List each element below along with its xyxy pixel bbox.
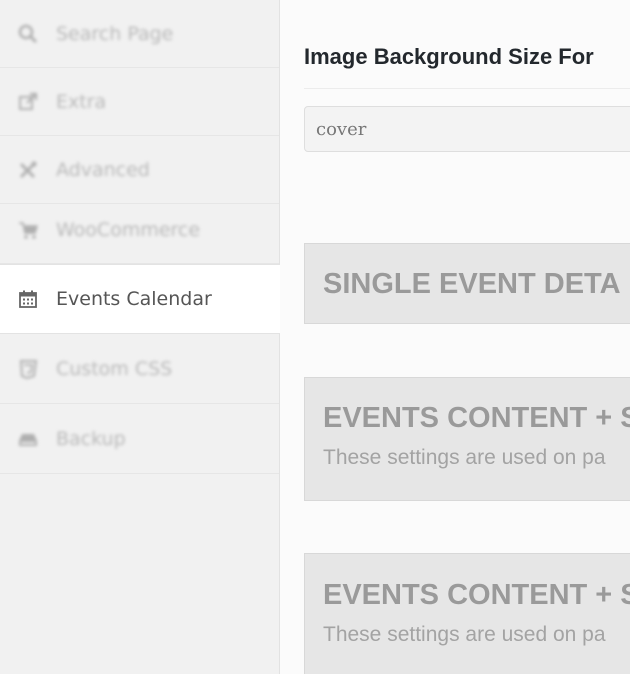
main-content: Image Background Size For cover SINGLE E… xyxy=(280,0,630,674)
sidebar-item-label: Backup xyxy=(56,427,126,450)
section-single-event-details: SINGLE EVENT DETA xyxy=(304,243,630,324)
external-link-icon xyxy=(18,92,38,112)
search-icon xyxy=(18,24,38,44)
background-size-select[interactable]: cover xyxy=(304,106,630,152)
sidebar-item-events-calendar[interactable]: Events Calendar xyxy=(0,264,280,334)
sidebar-item-search-page[interactable]: Search Page xyxy=(0,0,279,68)
section-events-content-2: EVENTS CONTENT + S These settings are us… xyxy=(304,553,630,674)
sidebar-item-advanced[interactable]: Advanced xyxy=(0,136,279,204)
cart-icon xyxy=(18,220,38,240)
drive-icon xyxy=(18,429,38,449)
sidebar-item-custom-css[interactable]: Custom CSS xyxy=(0,334,279,404)
section-title: EVENTS CONTENT + S xyxy=(323,402,630,434)
sidebar: Search Page Extra Advanced WooCommerce E… xyxy=(0,0,280,674)
section-events-content-1: EVENTS CONTENT + S These settings are us… xyxy=(304,377,630,501)
section-title: SINGLE EVENT DETA xyxy=(323,268,621,300)
calendar-icon xyxy=(18,289,38,309)
sidebar-item-label: Advanced xyxy=(56,158,150,181)
section-description: These settings are used on pa xyxy=(323,623,606,646)
sidebar-item-label: WooCommerce xyxy=(56,218,201,241)
tools-icon xyxy=(18,160,38,180)
sidebar-item-label: Search Page xyxy=(56,22,174,45)
options-panel: Search Page Extra Advanced WooCommerce E… xyxy=(0,0,630,674)
sidebar-item-label: Events Calendar xyxy=(56,288,212,310)
sidebar-item-extra[interactable]: Extra xyxy=(0,68,279,136)
css3-icon xyxy=(18,359,38,379)
sidebar-item-backup[interactable]: Backup xyxy=(0,404,279,474)
sidebar-item-label: Extra xyxy=(56,90,107,113)
section-title: EVENTS CONTENT + S xyxy=(323,579,630,611)
sidebar-item-label: Custom CSS xyxy=(56,357,173,380)
divider xyxy=(304,88,630,89)
sidebar-item-woocommerce[interactable]: WooCommerce xyxy=(0,196,279,264)
section-description: These settings are used on pa xyxy=(323,446,606,469)
field-title: Image Background Size For xyxy=(304,44,594,69)
